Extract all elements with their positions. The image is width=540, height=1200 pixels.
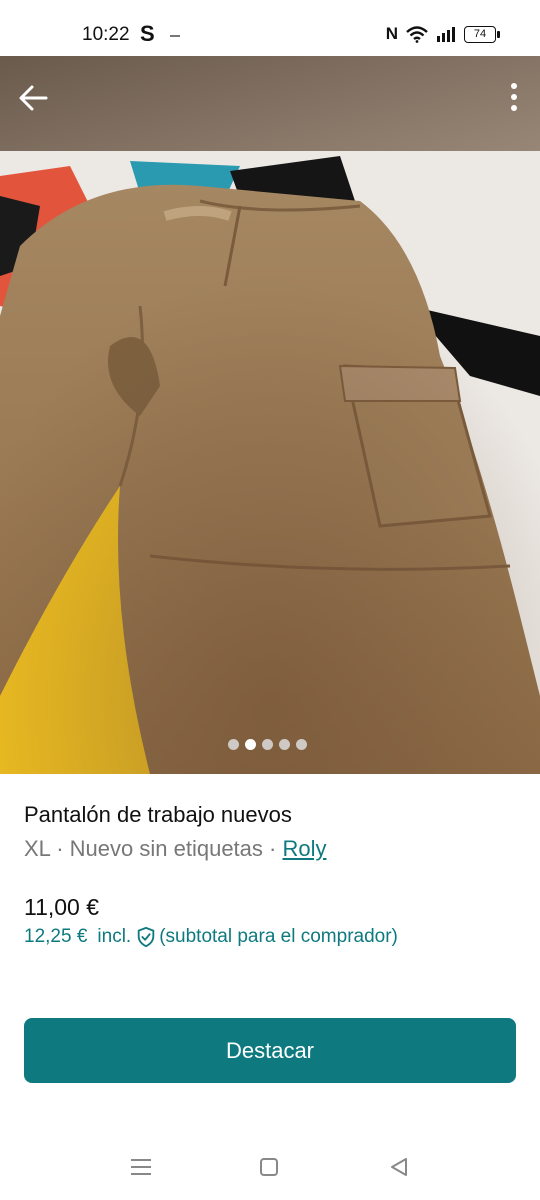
brand-link[interactable]: Roly — [282, 836, 326, 861]
meta-separator: · — [269, 836, 277, 861]
more-options-button[interactable] — [502, 78, 526, 118]
buyer-note: (subtotal para el comprador) — [159, 926, 398, 947]
product-photo-image — [0, 56, 540, 774]
carousel-dots — [228, 739, 307, 750]
status-time: 10:22 — [82, 24, 130, 45]
system-nav-bar — [0, 1130, 540, 1200]
carousel-dot[interactable] — [296, 739, 307, 750]
carousel-dot[interactable] — [262, 739, 273, 750]
carousel-dot[interactable] — [279, 739, 290, 750]
carousel-dot-active[interactable] — [245, 739, 256, 750]
buyer-price: 12,25 € — [24, 926, 88, 947]
battery-icon: 74 — [464, 25, 500, 43]
carousel-dot[interactable] — [228, 739, 239, 750]
home-icon[interactable] — [254, 1154, 284, 1180]
signal-icon — [437, 27, 455, 42]
notification-dash-icon — [170, 35, 180, 37]
wifi-icon — [406, 25, 428, 43]
shield-check-icon — [137, 926, 155, 948]
back-button[interactable] — [14, 78, 54, 118]
more-vertical-icon — [511, 83, 517, 111]
item-meta: XL · Nuevo sin etiquetas · Roly — [24, 836, 327, 862]
buyer-price-info[interactable]: 12,25 € incl. (subtotal para el comprado… — [24, 926, 398, 948]
status-bar: 10:22 S N 74 — [0, 0, 540, 56]
meta-separator: · — [56, 836, 64, 861]
incl-label: incl. — [97, 926, 132, 947]
destacar-button[interactable]: Destacar — [24, 1018, 516, 1083]
arrow-left-icon — [19, 85, 48, 111]
item-size: XL — [24, 836, 51, 861]
system-icons: N 74 — [385, 24, 500, 44]
item-title: Pantalón de trabajo nuevos — [24, 802, 292, 827]
item-price: 11,00 € — [24, 894, 100, 920]
product-photo[interactable] — [0, 56, 540, 774]
item-condition: Nuevo sin etiquetas — [69, 836, 263, 861]
nfc-icon: N — [385, 24, 398, 43]
app-notification-icon: S — [140, 21, 155, 46]
back-nav-icon[interactable] — [384, 1154, 414, 1180]
menu-icon[interactable] — [126, 1154, 156, 1180]
